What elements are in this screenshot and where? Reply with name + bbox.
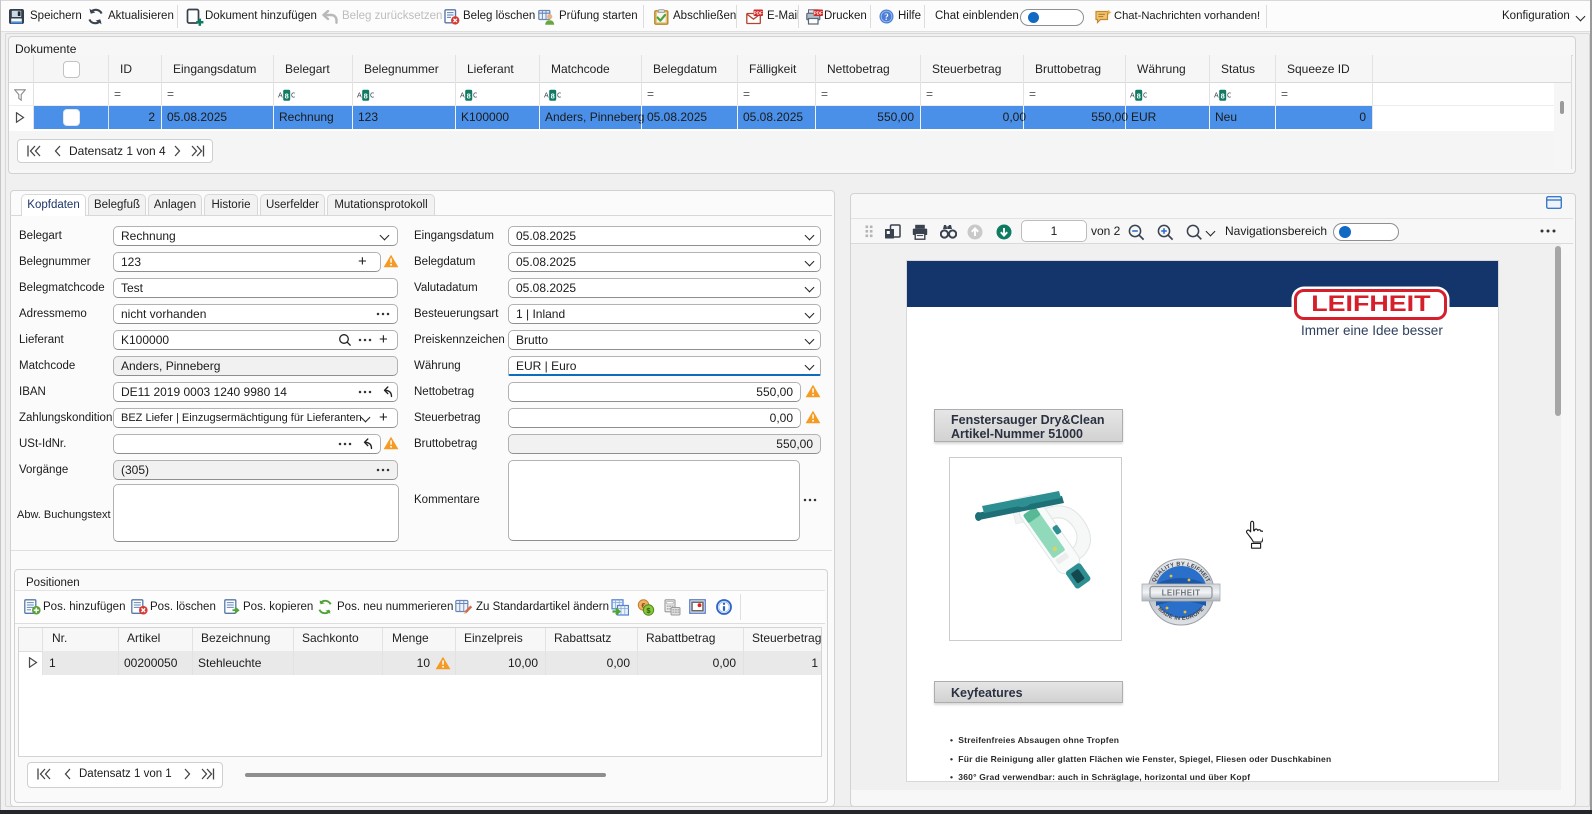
svg-text:?: ? xyxy=(884,12,889,22)
svg-text:C: C xyxy=(291,93,295,100)
svg-text:8: 8 xyxy=(467,92,471,101)
svg-text:PDF: PDF xyxy=(814,11,823,16)
svg-text:C: C xyxy=(370,93,374,100)
svg-text:8: 8 xyxy=(364,92,368,101)
svg-text:PDF: PDF xyxy=(754,11,763,16)
svg-text:A: A xyxy=(1214,93,1219,100)
svg-text:A: A xyxy=(544,93,549,100)
svg-text:A: A xyxy=(460,93,465,100)
svg-text:C: C xyxy=(473,93,477,100)
svg-text:A: A xyxy=(357,93,362,100)
svg-text:C: C xyxy=(1227,93,1231,100)
svg-text:C: C xyxy=(1143,93,1147,100)
svg-text:8: 8 xyxy=(1221,92,1225,101)
svg-text:C: C xyxy=(557,93,561,100)
svg-text:8: 8 xyxy=(1137,92,1141,101)
svg-text:LEIFHEIT: LEIFHEIT xyxy=(1162,589,1201,598)
svg-text:8: 8 xyxy=(551,92,555,101)
svg-text:A: A xyxy=(278,93,283,100)
svg-text:8: 8 xyxy=(285,92,289,101)
svg-text:A: A xyxy=(1130,93,1135,100)
